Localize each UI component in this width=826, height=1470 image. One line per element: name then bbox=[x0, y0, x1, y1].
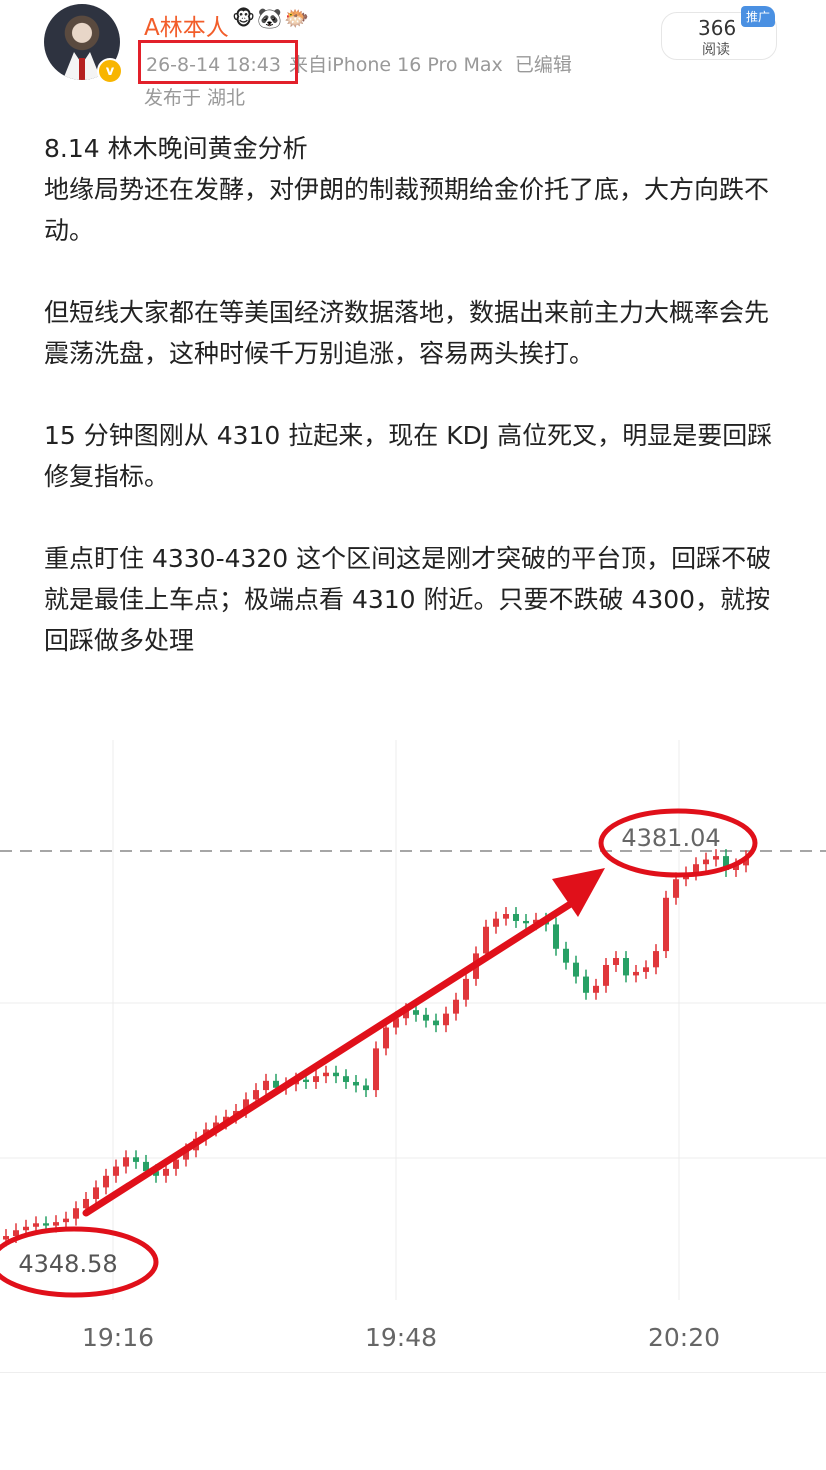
candle-body bbox=[33, 1223, 39, 1227]
candle-body bbox=[343, 1076, 349, 1082]
candle-body bbox=[323, 1072, 329, 1077]
read-count: 366 bbox=[698, 16, 737, 40]
candle-body bbox=[373, 1048, 379, 1091]
x-tick-label: 20:20 bbox=[648, 1323, 721, 1352]
candle-body bbox=[3, 1236, 9, 1240]
device-info: 来自iPhone 16 Pro Max bbox=[288, 54, 503, 76]
candle-body bbox=[713, 856, 719, 860]
candle-body bbox=[583, 976, 589, 993]
edited-label[interactable]: 已编辑 bbox=[515, 54, 572, 76]
candle-body bbox=[263, 1080, 269, 1091]
candle-body bbox=[633, 971, 639, 976]
post-paragraph-1: 地缘局势还在发酵，对伊朗的制裁预期给金价托了底，大方向跌不动。 bbox=[44, 175, 770, 245]
candle-body bbox=[453, 999, 459, 1014]
x-tick-label: 19:48 bbox=[365, 1323, 438, 1352]
candle-body bbox=[523, 920, 529, 924]
candle-body bbox=[333, 1072, 339, 1077]
candle-body bbox=[353, 1081, 359, 1086]
high-annotation: 4381.04 bbox=[598, 808, 758, 878]
candle-body bbox=[503, 914, 509, 919]
verified-badge-icon: v bbox=[97, 58, 123, 84]
price-chart: 4381.04 4348.58 bbox=[0, 740, 826, 1300]
post-meta: 26-8-14 18:43 来自iPhone 16 Pro Max 已编辑 bbox=[138, 40, 572, 84]
candle-body bbox=[313, 1076, 319, 1082]
high-price-label: 4381.04 bbox=[621, 824, 720, 852]
emoji-badges: 🐵🐼🐡 bbox=[232, 6, 311, 30]
candle-body bbox=[93, 1187, 99, 1199]
candle-body bbox=[363, 1085, 369, 1091]
read-label: 阅读 bbox=[702, 42, 730, 58]
candles bbox=[3, 849, 749, 1247]
candle-body bbox=[653, 951, 659, 968]
candle-body bbox=[433, 1020, 439, 1026]
candle-body bbox=[253, 1090, 259, 1100]
candle-body bbox=[643, 967, 649, 972]
candle-body bbox=[463, 978, 469, 1000]
candle-body bbox=[113, 1166, 119, 1176]
candle-body bbox=[83, 1198, 89, 1209]
candle-body bbox=[413, 1010, 419, 1015]
candle-body bbox=[483, 926, 489, 954]
candle-body bbox=[383, 1027, 389, 1049]
candle-body bbox=[663, 897, 669, 952]
candle-body bbox=[623, 958, 629, 976]
candle-body bbox=[133, 1157, 139, 1162]
candle-body bbox=[443, 1013, 449, 1026]
candle-body bbox=[23, 1226, 29, 1231]
divider bbox=[0, 1372, 826, 1373]
candle-body bbox=[593, 985, 599, 993]
trend-arrow bbox=[82, 868, 605, 1217]
candle-body bbox=[123, 1157, 129, 1167]
post-title: 8.14 林木晚间黄金分析 bbox=[44, 134, 308, 163]
post-paragraph-2: 但短线大家都在等美国经济数据落地，数据出来前主力大概率会先震荡洗盘，这种时候千万… bbox=[44, 298, 770, 368]
candle-body bbox=[423, 1014, 429, 1021]
username[interactable]: A林本人 bbox=[144, 8, 229, 42]
candle-body bbox=[303, 1079, 309, 1082]
location: 发布于 湖北 bbox=[144, 87, 246, 109]
candle-body bbox=[163, 1168, 169, 1176]
avatar-tie bbox=[79, 58, 85, 80]
candle-body bbox=[703, 859, 709, 865]
candle-body bbox=[563, 948, 569, 963]
post-body: 8.14 林木晚间黄金分析 地缘局势还在发酵，对伊朗的制裁预期给金价托了底，大方… bbox=[44, 128, 789, 661]
low-annotation: 4348.58 bbox=[0, 1226, 159, 1298]
timestamp-highlight-box bbox=[138, 40, 298, 84]
candle-body bbox=[573, 962, 579, 977]
post-header: v A林本人 🐵🐼🐡 26-8-14 18:43 来自iPhone 16 Pro … bbox=[0, 0, 826, 110]
post-paragraph-4: 重点盯住 4330-4320 这个区间这是刚才突破的平台顶，回踩不破就是最佳上车… bbox=[44, 544, 772, 655]
candle-body bbox=[63, 1218, 69, 1223]
candle-body bbox=[73, 1208, 79, 1219]
low-price-label: 4348.58 bbox=[18, 1250, 117, 1278]
timestamp: 26-8-14 18:43 bbox=[138, 40, 298, 84]
post-paragraph-3: 15 分钟图刚从 4310 拉起来，现在 KDJ 高位死叉，明显是要回踩修复指标… bbox=[44, 421, 773, 491]
candle-body bbox=[553, 924, 559, 949]
candle-body bbox=[513, 914, 519, 921]
candle-body bbox=[53, 1222, 59, 1226]
candle-body bbox=[103, 1175, 109, 1188]
candle-body bbox=[613, 958, 619, 965]
candle-body bbox=[13, 1230, 19, 1237]
promo-badge[interactable]: 推广 bbox=[741, 6, 776, 27]
candle-body bbox=[603, 964, 609, 986]
candle-body bbox=[43, 1223, 49, 1226]
x-tick-label: 19:16 bbox=[82, 1323, 155, 1352]
read-count-box[interactable]: 366 阅读 推广 bbox=[661, 6, 777, 60]
candle-body bbox=[493, 918, 499, 927]
candle-body bbox=[673, 879, 679, 898]
